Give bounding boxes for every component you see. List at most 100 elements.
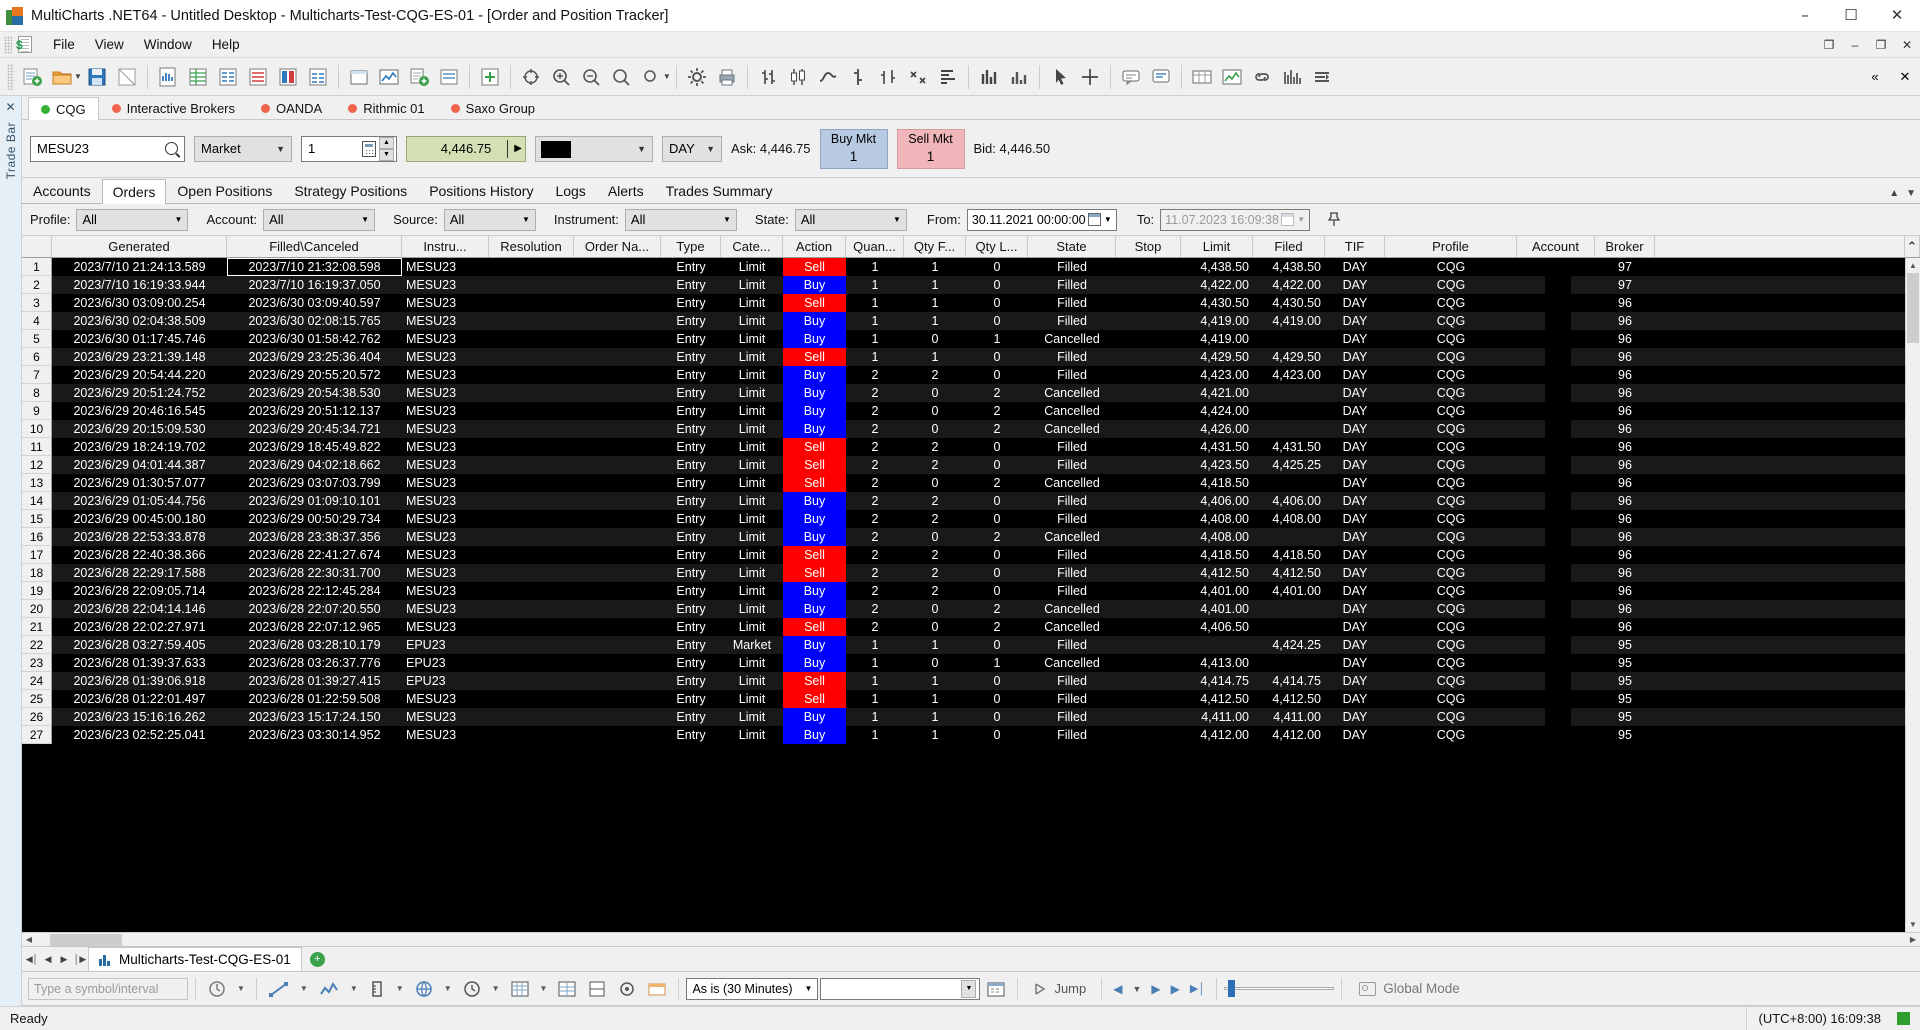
column-header-rownum[interactable] [22,236,52,257]
cell-tif[interactable]: DAY [1325,546,1385,564]
cell-quantity[interactable]: 1 [846,312,904,330]
price-step-icon[interactable]: ▶ [514,143,522,154]
cell-category[interactable]: Limit [721,582,783,600]
cell-profile[interactable]: CQG [1385,348,1517,366]
cell-qty_filled[interactable]: 1 [904,294,966,312]
cell-action[interactable]: Sell [783,348,846,366]
table-row[interactable]: 27 2023/6/23 02:52:25.041 2023/6/23 03:30:… [22,726,1920,744]
calendar-icon[interactable] [1087,213,1101,226]
cell-quantity[interactable]: 1 [846,276,904,294]
tab-accounts[interactable]: Accounts [22,178,102,203]
cell-filled_px[interactable]: 4,425.25 [1253,456,1325,474]
cell-type[interactable]: Entry [661,690,721,708]
cell-category[interactable]: Limit [721,510,783,528]
cell-stop[interactable] [1116,672,1181,690]
cell-limit[interactable]: 4,426.00 [1181,420,1253,438]
cell-resolution[interactable] [489,402,574,420]
snapshot-icon[interactable] [643,976,671,1002]
menu-item-help[interactable]: Help [202,34,250,55]
cell-profile[interactable]: CQG [1385,402,1517,420]
cell-qty_filled[interactable]: 0 [904,384,966,402]
cell-instrument[interactable]: MESU23 [402,582,489,600]
column-header-resolution[interactable]: Resolution [489,236,574,257]
cell-filled[interactable]: 2023/6/28 22:30:31.700 [227,564,402,582]
cell-account[interactable]: 1 [1517,510,1595,528]
profile-filter-select[interactable]: All ▼ [76,208,189,231]
note-annotation-icon[interactable] [1146,62,1176,92]
cell-type[interactable]: Entry [661,600,721,618]
cell-instrument[interactable]: MESU23 [402,708,489,726]
cell-filled_px[interactable] [1253,618,1325,636]
cell-instrument[interactable]: MESU23 [402,420,489,438]
tab-strategy-positions[interactable]: Strategy Positions [283,178,418,203]
cell-filled_px[interactable]: 4,412.50 [1253,690,1325,708]
cell-filled[interactable]: 2023/6/28 22:12:45.284 [227,582,402,600]
print-icon[interactable] [712,62,742,92]
menu-item-file[interactable]: File [43,34,85,55]
cell-broker[interactable]: 96 [1595,402,1655,420]
cell-filled_px[interactable]: 4,406.00 [1253,492,1325,510]
cell-category[interactable]: Limit [721,726,783,744]
cell-limit[interactable]: 4,422.00 [1181,276,1253,294]
cell-stop[interactable] [1116,618,1181,636]
cell-tif[interactable]: DAY [1325,690,1385,708]
broker-tab-cqg[interactable]: CQG [28,97,99,120]
cell-profile[interactable]: CQG [1385,456,1517,474]
cell-filled_px[interactable]: 4,438.50 [1253,258,1325,276]
table-row[interactable]: 10 2023/6/29 20:15:09.530 2023/6/29 20:45:… [22,420,1920,438]
table-row[interactable]: 23 2023/6/28 01:39:37.633 2023/6/28 03:26:… [22,654,1920,672]
cell-filled[interactable]: 2023/6/29 20:51:12.137 [227,402,402,420]
cell-qty_left[interactable]: 0 [966,294,1028,312]
chevron-down-icon[interactable]: ▼ [1297,215,1305,224]
cell-filled[interactable]: 2023/7/10 16:19:37.050 [227,276,402,294]
cell-ordername[interactable] [574,366,661,384]
cell-stop[interactable] [1116,492,1181,510]
cell-broker[interactable]: 96 [1595,474,1655,492]
cell-stop[interactable] [1116,708,1181,726]
cell-stop[interactable] [1116,582,1181,600]
table-row[interactable]: 1 2023/7/10 21:24:13.589 2023/7/10 21:32:0… [22,258,1920,276]
table-row[interactable]: 22 2023/6/28 03:27:59.405 2023/6/28 03:28:… [22,636,1920,654]
cell-rownum[interactable]: 14 [22,492,52,510]
zoom-out-icon[interactable] [576,62,606,92]
cell-state[interactable]: Cancelled [1028,654,1116,672]
cell-ordername[interactable] [574,708,661,726]
cell-quantity[interactable]: 2 [846,564,904,582]
cell-quantity[interactable]: 1 [846,348,904,366]
cell-tif[interactable]: DAY [1325,366,1385,384]
cell-rownum[interactable]: 2 [22,276,52,294]
cell-quantity[interactable]: 1 [846,726,904,744]
cell-ordername[interactable] [574,654,661,672]
secondary-select[interactable]: ▼ [820,977,981,1000]
horizontal-scroll-thumb[interactable] [50,933,122,946]
cell-account[interactable]: 1 [1517,528,1595,546]
tab-scroll-up-icon[interactable]: ▲ [1889,188,1899,199]
cell-tif[interactable]: DAY [1325,492,1385,510]
cell-limit[interactable]: 4,423.00 [1181,366,1253,384]
cell-limit[interactable]: 4,408.00 [1181,510,1253,528]
cell-resolution[interactable] [489,258,574,276]
table-row[interactable]: 11 2023/6/29 18:24:19.702 2023/6/29 18:45:… [22,438,1920,456]
cell-generated[interactable]: 2023/6/28 01:39:06.918 [52,672,227,690]
scroll-right-icon[interactable]: ▶ [1906,933,1920,947]
cell-category[interactable]: Limit [721,420,783,438]
column-header-qty_filled[interactable]: Qty F... [904,236,966,257]
cell-action[interactable]: Buy [783,366,846,384]
toolbar-close-button[interactable]: ✕ [1890,62,1920,92]
cell-profile[interactable]: CQG [1385,366,1517,384]
cell-limit[interactable]: 4,406.00 [1181,492,1253,510]
cell-qty_filled[interactable]: 1 [904,276,966,294]
new-market-depth-icon[interactable] [213,62,243,92]
cell-type[interactable]: Entry [661,618,721,636]
symbol-interval-input[interactable]: Type a symbol/interval [28,977,188,1000]
cell-type[interactable]: Entry [661,294,721,312]
cell-state[interactable]: Filled [1028,258,1116,276]
cell-filled_px[interactable] [1253,402,1325,420]
column-header-action[interactable]: Action [783,236,846,257]
cell-filled[interactable]: 2023/6/29 18:45:49.822 [227,438,402,456]
cell-ordername[interactable] [574,456,661,474]
cell-stop[interactable] [1116,564,1181,582]
workspace-nav-next[interactable]: ▶ [56,948,72,970]
new-orders-grid-icon[interactable] [303,62,333,92]
table-row[interactable]: 12 2023/6/29 04:01:44.387 2023/6/29 04:02:… [22,456,1920,474]
